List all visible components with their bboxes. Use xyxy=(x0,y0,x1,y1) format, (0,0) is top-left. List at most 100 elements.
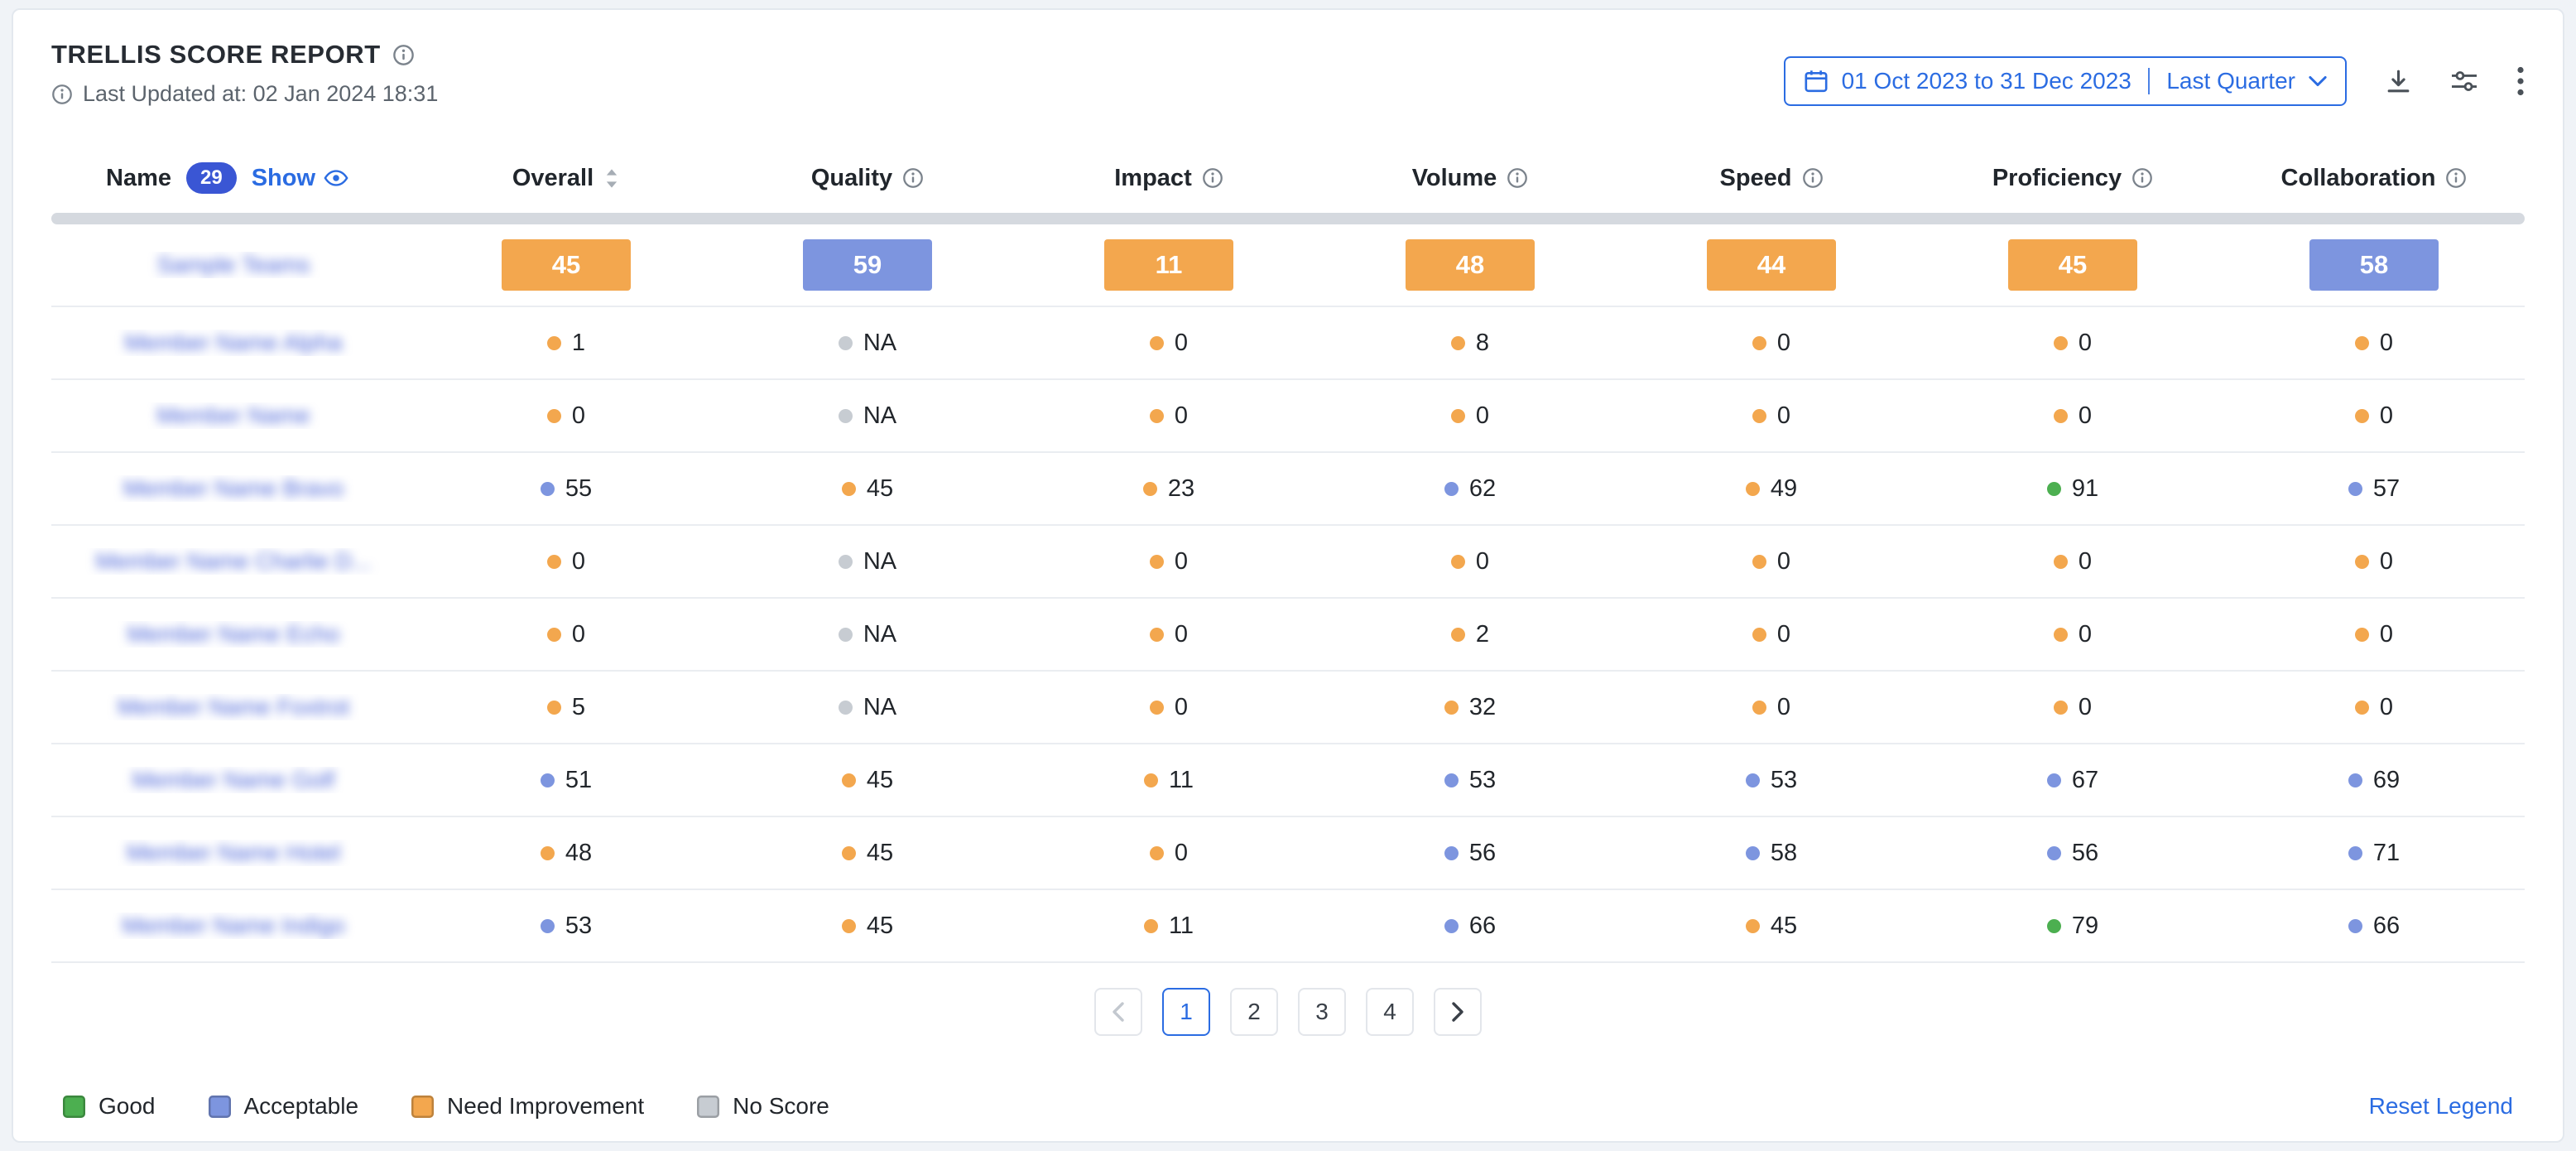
column-header-collaboration[interactable]: Collaboration xyxy=(2223,165,2525,192)
last-updated-text: Last Updated at: 02 Jan 2024 18:31 xyxy=(83,81,438,107)
team-name-link[interactable]: Member Name Bravo xyxy=(123,475,344,502)
name-cell: Member Name Alpha xyxy=(51,330,416,356)
score-value: 0 xyxy=(1777,694,1790,721)
legend-swatch xyxy=(209,1096,231,1118)
settings-sliders-icon[interactable] xyxy=(2450,69,2478,94)
calendar-icon xyxy=(1804,69,1829,94)
info-icon xyxy=(1802,167,1824,189)
team-name-link[interactable]: Member Name Charlie D... xyxy=(96,548,372,575)
table-body: Sample Teams45591148444558Member Name Al… xyxy=(51,224,2525,963)
score-value: 11 xyxy=(1169,913,1194,940)
column-label: Impact xyxy=(1114,165,1191,192)
toolbar: 01 Oct 2023 to 31 Dec 2023 Last Quarter xyxy=(1784,56,2525,106)
info-icon xyxy=(902,167,924,189)
row-count-badge: 29 xyxy=(186,162,237,194)
score-cell: 23 xyxy=(1018,475,1319,503)
score-cell: 0 xyxy=(2223,694,2525,721)
pagination-page-2[interactable]: 2 xyxy=(1230,988,1278,1036)
reset-legend-link[interactable]: Reset Legend xyxy=(2369,1093,2513,1120)
horizontal-scrollbar[interactable] xyxy=(51,213,2525,224)
legend-item-acceptable[interactable]: Acceptable xyxy=(209,1093,359,1120)
score-cell: 0 xyxy=(1018,402,1319,430)
score-dot xyxy=(839,701,853,715)
team-name-link[interactable]: Member Name Foxtrot xyxy=(118,694,349,720)
score-value: 0 xyxy=(2380,694,2393,721)
download-icon[interactable] xyxy=(2385,68,2412,95)
score-cell: 2 xyxy=(1319,621,1621,648)
score-dot xyxy=(1444,482,1459,496)
pagination-page-4[interactable]: 4 xyxy=(1366,988,1414,1036)
team-name-link[interactable]: Member Name Indigo xyxy=(122,913,344,939)
score-dot xyxy=(2054,555,2068,569)
score-cell: 69 xyxy=(2223,767,2525,794)
sort-icon[interactable] xyxy=(603,167,620,190)
score-cell: 49 xyxy=(1621,475,1922,503)
column-header-impact[interactable]: Impact xyxy=(1018,165,1319,192)
score-dot xyxy=(2348,919,2362,933)
legend-item-no_score[interactable]: No Score xyxy=(697,1093,829,1120)
score-cell: 0 xyxy=(416,402,717,430)
score-value: 79 xyxy=(2072,913,2098,940)
legend-label: Need Improvement xyxy=(447,1093,644,1120)
column-header-proficiency[interactable]: Proficiency xyxy=(1922,165,2223,192)
score-value: 0 xyxy=(2380,548,2393,576)
last-updated-info-icon xyxy=(51,84,73,105)
column-header-volume[interactable]: Volume xyxy=(1319,165,1621,192)
score-cell: 11 xyxy=(1018,913,1319,940)
score-dot xyxy=(547,409,561,423)
legend-item-need_improvement[interactable]: Need Improvement xyxy=(411,1093,644,1120)
column-header-speed[interactable]: Speed xyxy=(1621,165,1922,192)
score-cell: 0 xyxy=(1319,548,1621,576)
team-name-link[interactable]: Member Name Hotel xyxy=(127,840,340,866)
score-dot xyxy=(1144,919,1158,933)
score-value: 67 xyxy=(2072,767,2098,794)
kebab-menu-icon[interactable] xyxy=(2516,66,2525,96)
score-cell: 0 xyxy=(1621,402,1922,430)
score-cell: 58 xyxy=(1621,840,1922,867)
team-name-link[interactable]: Member Name Golf xyxy=(132,767,334,793)
pagination-prev-button[interactable] xyxy=(1094,988,1142,1036)
table-header-row: Name 29 Show OverallQualityImpactVolumeS… xyxy=(51,153,2525,203)
score-value: 0 xyxy=(572,548,585,576)
chevron-down-icon xyxy=(2309,75,2327,87)
pagination-page-1[interactable]: 1 xyxy=(1162,988,1210,1036)
score-cell: 53 xyxy=(1621,767,1922,794)
pagination-next-button[interactable] xyxy=(1434,988,1482,1036)
score-cell: 8 xyxy=(1319,330,1621,357)
score-dot xyxy=(541,482,555,496)
score-dot xyxy=(1746,846,1760,860)
team-name-link[interactable]: Member Name Alpha xyxy=(124,330,342,356)
title-info-icon[interactable] xyxy=(392,44,415,66)
name-cell: Sample Teams xyxy=(51,252,416,278)
score-cell: 0 xyxy=(1922,548,2223,576)
score-value: 0 xyxy=(2380,402,2393,430)
date-range-text: 01 Oct 2023 to 31 Dec 2023 xyxy=(1842,68,2131,94)
date-range-picker[interactable]: 01 Oct 2023 to 31 Dec 2023 Last Quarter xyxy=(1784,56,2347,106)
score-dot xyxy=(1143,482,1157,496)
score-cell: 0 xyxy=(1621,621,1922,648)
score-value: NA xyxy=(863,621,896,648)
score-cell: 45 xyxy=(717,913,1018,940)
column-header-overall[interactable]: Overall xyxy=(416,165,717,192)
score-dot xyxy=(839,628,853,642)
name-cell: Member Name xyxy=(51,402,416,429)
pagination-page-3[interactable]: 3 xyxy=(1298,988,1346,1036)
score-value: 0 xyxy=(1175,694,1188,721)
show-names-button[interactable]: Show xyxy=(252,165,348,192)
legend-item-good[interactable]: Good xyxy=(63,1093,156,1120)
score-dot xyxy=(2355,336,2369,350)
score-cell: 0 xyxy=(1018,548,1319,576)
score-cell: 51 xyxy=(416,767,717,794)
score-dot xyxy=(1752,409,1766,423)
score-badge: 45 xyxy=(2008,239,2137,291)
score-value: 5 xyxy=(572,694,585,721)
team-name-link[interactable]: Member Name Echo xyxy=(127,621,340,648)
team-name-link[interactable]: Sample Teams xyxy=(157,252,310,278)
score-cell: 11 xyxy=(1018,239,1319,291)
name-cell: Member Name Charlie D... xyxy=(51,548,416,575)
team-name-link[interactable]: Member Name xyxy=(156,402,310,429)
column-header-quality[interactable]: Quality xyxy=(717,165,1018,192)
score-value: 53 xyxy=(1469,767,1496,794)
table-row: Member Name0NA00000 xyxy=(51,380,2525,453)
score-dot xyxy=(1150,409,1164,423)
